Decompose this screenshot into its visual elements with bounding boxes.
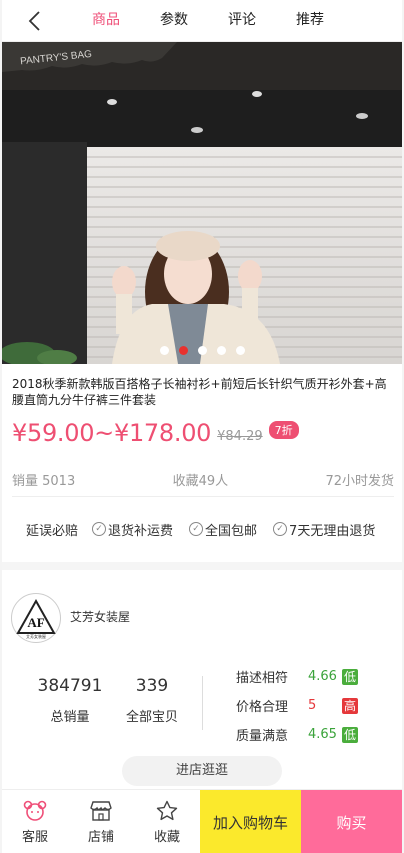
rating-price: 价格合理 5 高 [236, 697, 358, 715]
rating-level-badge: 低 [342, 668, 358, 685]
divider [202, 676, 203, 730]
bottom-action-bar: 客服 店铺 收藏 加入购物车 购买 [2, 789, 402, 853]
star-icon [156, 800, 178, 820]
shop-name[interactable]: 艾芳女装屋 [70, 608, 130, 625]
shop-all-items[interactable]: 339 全部宝贝 [120, 676, 184, 725]
tab-reviews[interactable]: 评论 [208, 0, 276, 42]
shop-stats: 384791 总销量 339 全部宝贝 [20, 676, 184, 725]
price-range: ¥59.00~¥178.00 [12, 419, 212, 447]
buy-button[interactable]: 购买 [301, 790, 402, 853]
store-button[interactable]: 店铺 [68, 790, 134, 853]
guarantee-return-shipping: ✓ 退货补运费 [92, 520, 173, 539]
tab-bar: 商品 参数 评论 推荐 [72, 0, 344, 42]
back-icon[interactable] [26, 10, 46, 32]
visit-shop-button[interactable]: 进店逛逛 [122, 756, 282, 786]
rating-level-badge: 高 [342, 697, 358, 714]
shop-total-sales: 384791 总销量 [37, 676, 103, 725]
store-icon [90, 800, 112, 821]
sales-stats: 销量 5013 收藏49人 72小时发货 [12, 470, 394, 492]
shipping-time: 72小时发货 [325, 474, 394, 489]
check-circle-icon: ✓ [189, 522, 204, 536]
service-guarantees[interactable]: 延误必赔 ✓ 退货补运费 ✓ 全国包邮 ✓ 7天无理由退货 [2, 512, 402, 546]
customer-service-button[interactable]: 客服 [2, 790, 68, 853]
carousel-indicator [2, 346, 402, 355]
svg-text:AF: AF [27, 615, 44, 630]
product-title: 2018秋季新款韩版百搭格子长袖衬衫+前短后长针织气质开衫外套+高腰直筒九分牛仔… [12, 377, 387, 407]
check-circle-icon: ✓ [273, 522, 288, 536]
product-detail-page: 商品 参数 评论 推荐 PANTRY'S BAG 2018秋季新款韩版百搭格子长… [2, 0, 402, 853]
rating-level-badge: 低 [342, 726, 358, 743]
product-image-carousel[interactable]: PANTRY'S BAG [2, 42, 402, 364]
shop-logo[interactable]: AF 艾芳女装屋 [11, 593, 61, 643]
divider [12, 496, 394, 497]
guarantee-7day-return: ✓ 7天无理由退货 [273, 520, 375, 539]
carousel-dot[interactable] [235, 346, 245, 355]
check-circle-icon: ✓ [92, 522, 107, 536]
product-photo: PANTRY'S BAG [2, 42, 402, 364]
tab-recommend[interactable]: 推荐 [276, 0, 344, 42]
guarantee-delay-compensation: 延误必赔 [26, 523, 79, 539]
service-icon [23, 800, 47, 821]
guarantee-free-shipping: ✓ 全国包邮 [189, 520, 257, 539]
carousel-dot[interactable] [197, 346, 207, 355]
rating-description: 描述相符 4.66 低 [236, 668, 358, 686]
top-nav: 商品 参数 评论 推荐 [2, 0, 402, 42]
tab-params[interactable]: 参数 [140, 0, 208, 42]
tab-goods[interactable]: 商品 [72, 0, 140, 42]
rating-quality: 质量满意 4.65 低 [236, 726, 358, 744]
sales-count: 销量 5013 [12, 474, 76, 489]
section-separator [2, 562, 402, 570]
carousel-dot-active[interactable] [178, 346, 188, 355]
carousel-dot[interactable] [216, 346, 226, 355]
original-price: ¥84.29 [217, 428, 263, 444]
favorites-count: 收藏49人 [172, 474, 229, 489]
discount-badge: 7折 [268, 421, 299, 439]
svg-text:艾芳女装屋: 艾芳女装屋 [26, 633, 46, 639]
price-row: ¥59.00~¥178.00 ¥84.29 7折 [12, 416, 299, 450]
shop-ratings: 描述相符 4.66 低 价格合理 5 高 质量满意 4.65 低 [236, 662, 358, 749]
favorite-button[interactable]: 收藏 [134, 790, 200, 853]
carousel-dot[interactable] [159, 346, 169, 355]
add-to-cart-button[interactable]: 加入购物车 [200, 790, 301, 853]
